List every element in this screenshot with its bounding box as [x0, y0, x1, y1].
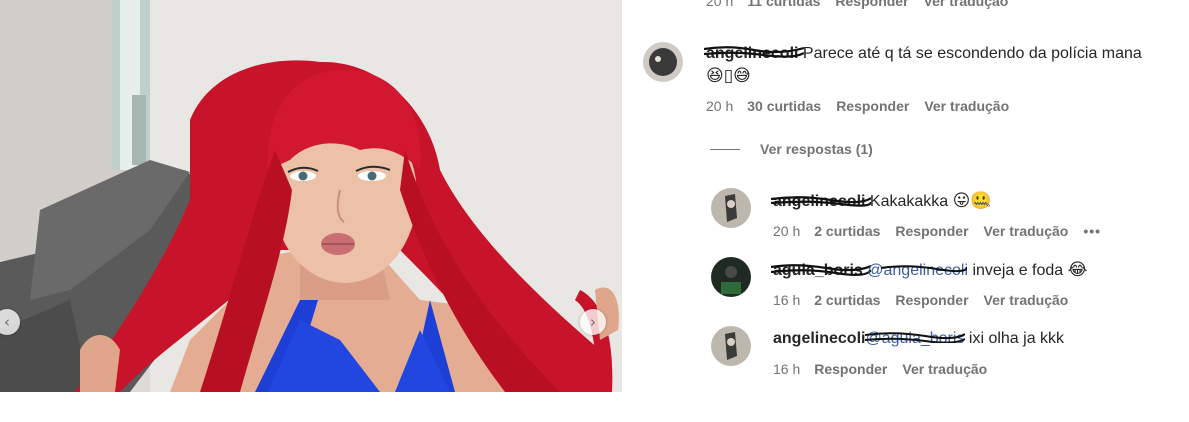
chevron-right-icon: ›: [590, 312, 596, 331]
replies-divider: [710, 148, 740, 150]
reply-mention[interactable]: @angelinecoli: [867, 260, 968, 282]
view-replies-label: Ver respostas (1): [760, 141, 873, 157]
avatar[interactable]: [711, 188, 751, 228]
reply-text: aguia_boris @angelinecoli inveja e foda …: [771, 259, 1088, 282]
chevron-left-icon: ‹: [4, 312, 10, 331]
previous-comment-meta: 20 h 11 curtidas Responder Ver tradução: [706, 0, 1023, 9]
reply-time: 16 h: [773, 292, 801, 308]
avatar[interactable]: [711, 257, 751, 297]
reply-mention[interactable]: @aguia_boris: [865, 328, 966, 350]
comment-time: 20 h: [706, 98, 734, 114]
reply-username[interactable]: angelinecoli: [773, 328, 865, 350]
reply-text: angelinecoli@aguia_boris ixi olha ja kkk: [773, 328, 1064, 350]
post-image: [0, 0, 622, 392]
more-options-icon[interactable]: •••: [1083, 223, 1101, 239]
reply-button[interactable]: Responder: [836, 98, 909, 114]
comment-meta: 20 h 30 curtidas Responder Ver tradução: [706, 98, 1024, 114]
reply-time: 20 h: [773, 223, 801, 239]
comment-likes[interactable]: 11 curtidas: [747, 0, 820, 9]
post-photo: ‹ ›: [0, 0, 622, 392]
translate-button[interactable]: Ver tradução: [984, 292, 1069, 308]
avatar[interactable]: [643, 42, 683, 82]
reply-likes[interactable]: 2 curtidas: [814, 292, 880, 308]
post-view: ‹ › 20 h 11 curtidas Responder Ver tradu…: [0, 0, 1189, 422]
reply-username[interactable]: aguia_boris: [771, 260, 871, 282]
comment-emoji: 😆▯😅: [706, 66, 751, 86]
reply-meta: 20 h 2 curtidas Responder Ver tradução •…: [773, 223, 1101, 239]
comment-body: Parece até q tá se escondendo da polícia…: [798, 45, 1142, 62]
reply-time: 16 h: [773, 361, 801, 377]
reply-meta: 16 h Responder Ver tradução: [773, 361, 1002, 377]
comment-likes[interactable]: 30 curtidas: [747, 98, 821, 114]
avatar[interactable]: [711, 326, 751, 366]
reply-button[interactable]: Responder: [895, 223, 968, 239]
comment-username[interactable]: angelinecoli: [704, 43, 804, 65]
next-photo-button[interactable]: ›: [580, 309, 606, 335]
comment-text: angelinecoli Parece até q tá se esconden…: [704, 43, 1176, 88]
translate-button[interactable]: Ver tradução: [984, 223, 1069, 239]
reply-button[interactable]: Responder: [835, 0, 908, 9]
reply-likes[interactable]: 2 curtidas: [814, 223, 880, 239]
comment-time: 20 h: [706, 0, 734, 9]
translate-button[interactable]: Ver tradução: [924, 98, 1009, 114]
reply-emoji: 😛🤐: [952, 191, 992, 211]
translate-button[interactable]: Ver tradução: [902, 361, 987, 377]
reply-text: angelinecoli Kakakakka 😛🤐: [771, 190, 992, 213]
reply-button[interactable]: Responder: [895, 292, 968, 308]
reply-meta: 16 h 2 curtidas Responder Ver tradução: [773, 292, 1083, 308]
comments-panel: 20 h 11 curtidas Responder Ver tradução …: [622, 0, 1189, 422]
reply-username[interactable]: angelinecoli: [771, 191, 871, 213]
reply-body: inveja e foda: [968, 262, 1068, 279]
reply-emoji: 😂: [1067, 260, 1088, 280]
reply-body: Kakakakka: [865, 193, 953, 210]
reply-button[interactable]: Responder: [814, 361, 887, 377]
reply-body: ixi olha ja kkk: [964, 330, 1065, 347]
translate-button[interactable]: Ver tradução: [924, 0, 1009, 9]
view-replies-button[interactable]: Ver respostas (1): [710, 141, 873, 157]
